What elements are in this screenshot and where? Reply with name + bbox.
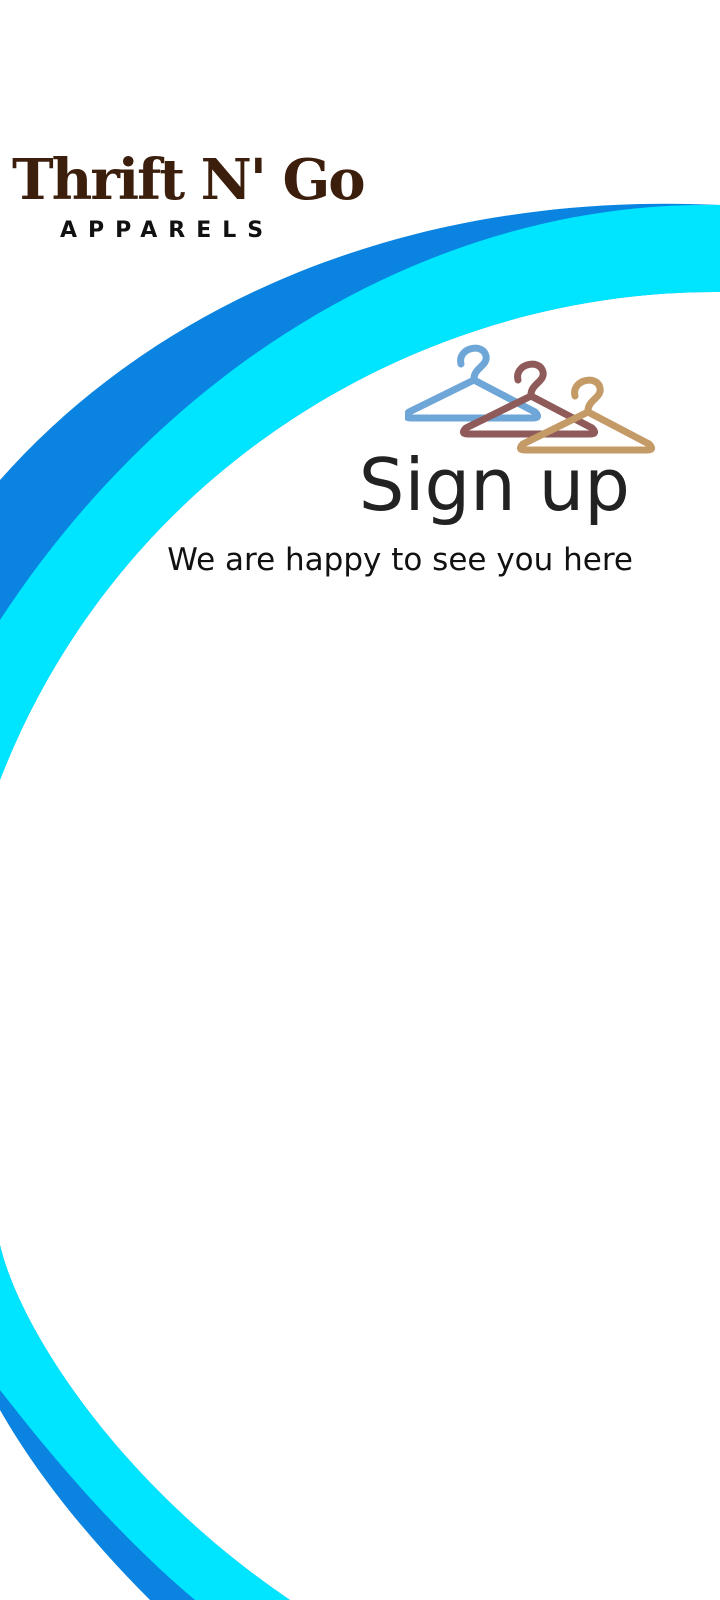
page-title: Sign up — [358, 443, 630, 527]
brand-tagline: APPARELS — [60, 218, 275, 243]
page-subtitle: We are happy to see you here — [167, 542, 633, 578]
brand-logo: Thrift N' Go APPARELS — [12, 147, 366, 243]
signup-screen: Thrift N' Go APPARELS Sign up We are hap… — [0, 0, 720, 1600]
brand-name: Thrift N' Go — [12, 147, 366, 213]
